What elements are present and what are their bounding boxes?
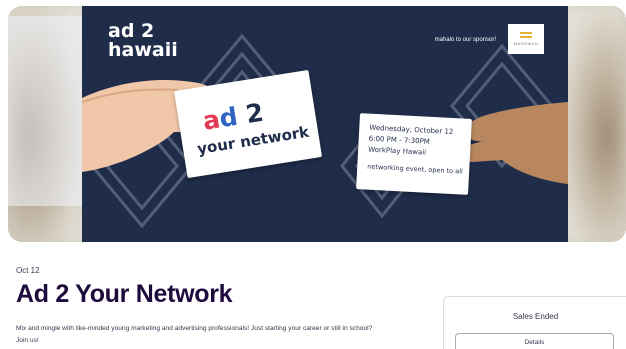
event-date: Oct 12 bbox=[16, 266, 40, 275]
event-banner-image: ad 2 hawaii mahalo to our sponsor! MADDW… bbox=[82, 6, 568, 242]
event-description: Mix and mingle with like-minded young ma… bbox=[16, 323, 416, 347]
hero-backdrop-right bbox=[560, 6, 626, 242]
event-hero: ad 2 hawaii mahalo to our sponsor! MADDW… bbox=[8, 6, 626, 242]
hero-backdrop-band bbox=[8, 16, 82, 206]
event-description-line-2: Join us! bbox=[16, 337, 39, 344]
ticket-panel: Sales Ended Details bbox=[443, 296, 626, 349]
sponsor-logo-name: MADDWAN bbox=[513, 41, 539, 46]
sales-status: Sales Ended bbox=[512, 312, 559, 321]
event-title: Ad 2 Your Network bbox=[16, 280, 233, 308]
sponsor-logo: MADDWAN bbox=[508, 24, 544, 54]
details-button[interactable]: Details bbox=[455, 333, 614, 349]
brand-line-2: hawaii bbox=[108, 39, 178, 61]
card-number: 2 bbox=[235, 97, 266, 131]
sponsor-text: mahalo to our sponsor! bbox=[434, 37, 496, 43]
card-event-info: Wednesday, October 12 6:00 PM - 7:30PM W… bbox=[356, 113, 472, 195]
brand-logo: ad 2 hawaii bbox=[108, 22, 178, 60]
event-description-line-1: Mix and mingle with like-minded young ma… bbox=[16, 325, 373, 332]
sponsor-mark-icon bbox=[520, 32, 532, 38]
card-info-note: networking event, open to all bbox=[367, 162, 463, 176]
